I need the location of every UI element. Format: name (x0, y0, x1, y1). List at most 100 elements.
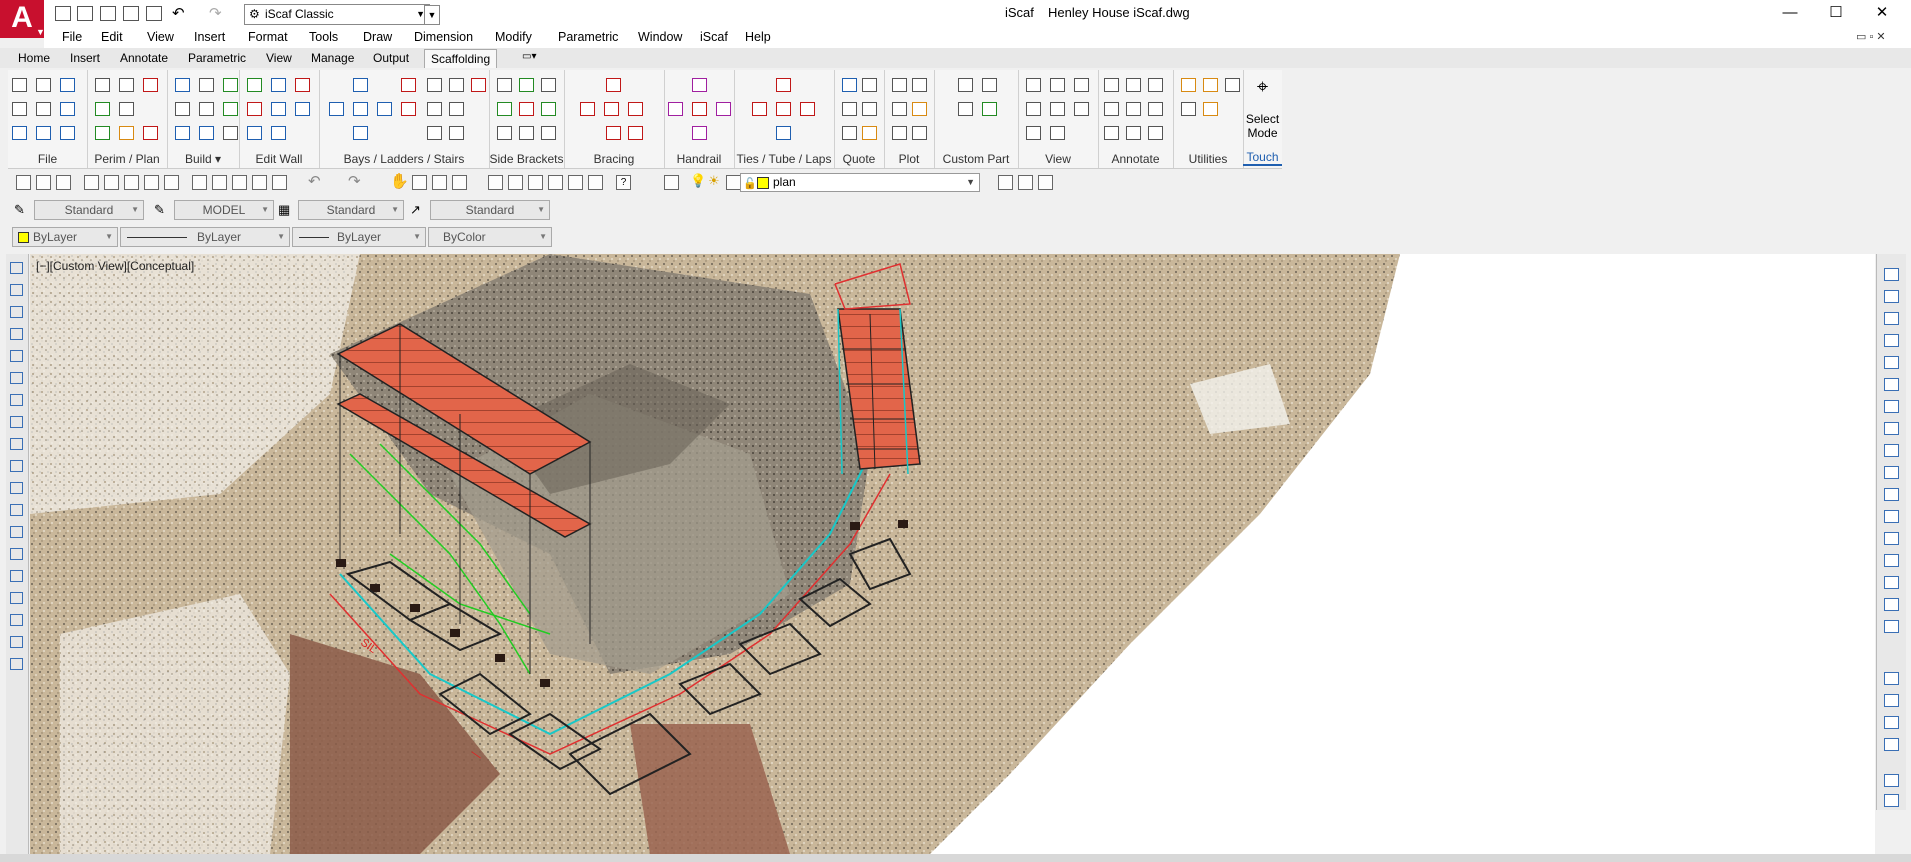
plot-style-icon[interactable] (912, 102, 927, 116)
viewport-label[interactable]: [−][Custom View][Conceptual] (36, 259, 194, 273)
menu-parametric[interactable]: Parametric (558, 30, 618, 44)
save-icon[interactable] (100, 6, 116, 21)
hatch-icon[interactable] (10, 570, 23, 582)
color-select[interactable]: ByLayer ▼ (12, 227, 118, 247)
dimension-style-select[interactable]: MODEL ▼ (174, 200, 274, 220)
save-icon[interactable] (56, 175, 71, 190)
bay-delete-icon[interactable] (401, 78, 416, 92)
bay-down-icon[interactable] (353, 126, 368, 140)
paste-icon[interactable] (232, 175, 247, 190)
sun-icon[interactable]: ☀ (708, 173, 720, 189)
wall-join-icon[interactable] (271, 102, 286, 116)
custom-part-copy-icon[interactable] (958, 102, 973, 116)
menu-tools[interactable]: Tools (309, 30, 338, 44)
offset-icon[interactable] (1884, 334, 1899, 347)
wall-extend-icon[interactable] (295, 102, 310, 116)
cube-left-icon[interactable] (1026, 126, 1041, 140)
bay-insert-icon[interactable] (353, 102, 368, 116)
linetype-select[interactable]: ByLayer ▼ (120, 227, 290, 247)
table-icon[interactable] (1148, 126, 1163, 140)
plan-icon[interactable] (119, 78, 134, 92)
pan-icon[interactable]: ✋ (390, 172, 409, 190)
sequence-icon[interactable] (199, 102, 214, 116)
break-icon[interactable] (1884, 510, 1899, 523)
plot-preview-icon[interactable] (892, 102, 907, 116)
plot-icon[interactable] (892, 78, 907, 92)
build-wall-icon[interactable] (199, 78, 214, 92)
region-icon[interactable] (10, 614, 23, 626)
join-icon[interactable] (1884, 532, 1899, 545)
bay-left-icon[interactable] (329, 102, 344, 116)
ribbon-minimize-icon[interactable]: ▭▾ (522, 51, 536, 62)
text-style-select[interactable]: Standard ▼ (34, 200, 144, 220)
brace-low-icon[interactable] (606, 126, 621, 140)
quote-icon[interactable] (842, 78, 857, 92)
layer-states-icon[interactable] (1038, 175, 1053, 190)
move-icon[interactable] (1884, 378, 1899, 391)
select-mode-button[interactable]: Select Mode (1243, 112, 1282, 140)
lift-icon[interactable] (175, 126, 190, 140)
spline-icon[interactable] (10, 438, 23, 450)
draworder-above-icon[interactable] (1884, 716, 1899, 729)
grid-icon[interactable] (12, 126, 27, 140)
tab-output[interactable]: Output (373, 51, 409, 65)
mtext-icon[interactable] (10, 658, 23, 670)
minimize-button[interactable]: — (1768, 2, 1812, 24)
ladder-edit-icon[interactable] (427, 102, 442, 116)
arrow-icon[interactable] (1104, 102, 1119, 116)
hatch-back-icon[interactable] (1884, 794, 1899, 807)
erase-icon[interactable] (1884, 268, 1899, 281)
cube-bottom-icon[interactable] (1050, 126, 1065, 140)
polygon-icon[interactable] (10, 328, 23, 340)
zoom-icon[interactable] (412, 175, 427, 190)
tube-icon[interactable] (776, 78, 791, 92)
maximize-button[interactable]: ☐ (1814, 2, 1858, 24)
copy-object-icon[interactable] (1884, 290, 1899, 303)
rotate-icon[interactable] (1181, 102, 1196, 116)
rotate-icon[interactable] (1884, 400, 1899, 413)
handrail-low-icon[interactable] (692, 126, 707, 140)
zoom-window-icon[interactable] (432, 175, 447, 190)
quote-edit-icon[interactable] (862, 78, 877, 92)
tie-icon[interactable] (752, 102, 767, 116)
fillet-icon[interactable] (1884, 576, 1899, 589)
trim-icon[interactable] (1884, 466, 1899, 479)
cube-iso-icon[interactable] (1050, 78, 1065, 92)
cube-right-icon[interactable] (1074, 102, 1089, 116)
extend-icon[interactable] (1884, 488, 1899, 501)
custom-part-add-icon[interactable] (982, 102, 997, 116)
bracket-add-icon[interactable] (519, 78, 534, 92)
cube-back-icon[interactable] (1050, 102, 1065, 116)
move-icon[interactable] (1225, 78, 1240, 92)
menu-iscaf[interactable]: iScaf (700, 30, 728, 44)
redo-icon[interactable]: ↷ (348, 172, 361, 190)
stair-edit-icon[interactable] (449, 102, 464, 116)
save-copy-icon[interactable] (60, 102, 75, 116)
cube-top-icon[interactable] (1026, 78, 1041, 92)
match-properties-icon[interactable] (272, 175, 287, 190)
bracket-corner-icon[interactable] (541, 78, 556, 92)
handrail-delete-icon[interactable] (692, 102, 707, 116)
menu-draw[interactable]: Draw (363, 30, 392, 44)
ellipse-icon[interactable] (10, 460, 23, 472)
measure-icon[interactable] (1181, 78, 1196, 92)
bracket-copy-icon[interactable] (541, 102, 556, 116)
ellipse-arc-icon[interactable] (10, 482, 23, 494)
design-center-icon[interactable] (508, 175, 523, 190)
cube-side-icon[interactable] (1074, 78, 1089, 92)
bracket-delete-icon[interactable] (519, 102, 534, 116)
layer-freeze-icon[interactable] (726, 175, 741, 190)
blend-icon[interactable] (1884, 598, 1899, 611)
table-icon[interactable] (10, 636, 23, 648)
cut-icon[interactable] (192, 175, 207, 190)
wall-stretch-icon[interactable] (271, 126, 286, 140)
menu-format[interactable]: Format (248, 30, 288, 44)
brace-delete-icon[interactable] (628, 126, 643, 140)
workspace-select[interactable]: ⚙ iScaf Classic ▼ (244, 4, 430, 25)
draworder-below-icon[interactable] (1884, 738, 1899, 751)
tab-home[interactable]: Home (18, 51, 50, 65)
bracket-high-icon[interactable] (541, 126, 556, 140)
tie-edit-icon[interactable] (800, 102, 815, 116)
copy-icon[interactable] (212, 175, 227, 190)
match-icon[interactable] (1203, 102, 1218, 116)
